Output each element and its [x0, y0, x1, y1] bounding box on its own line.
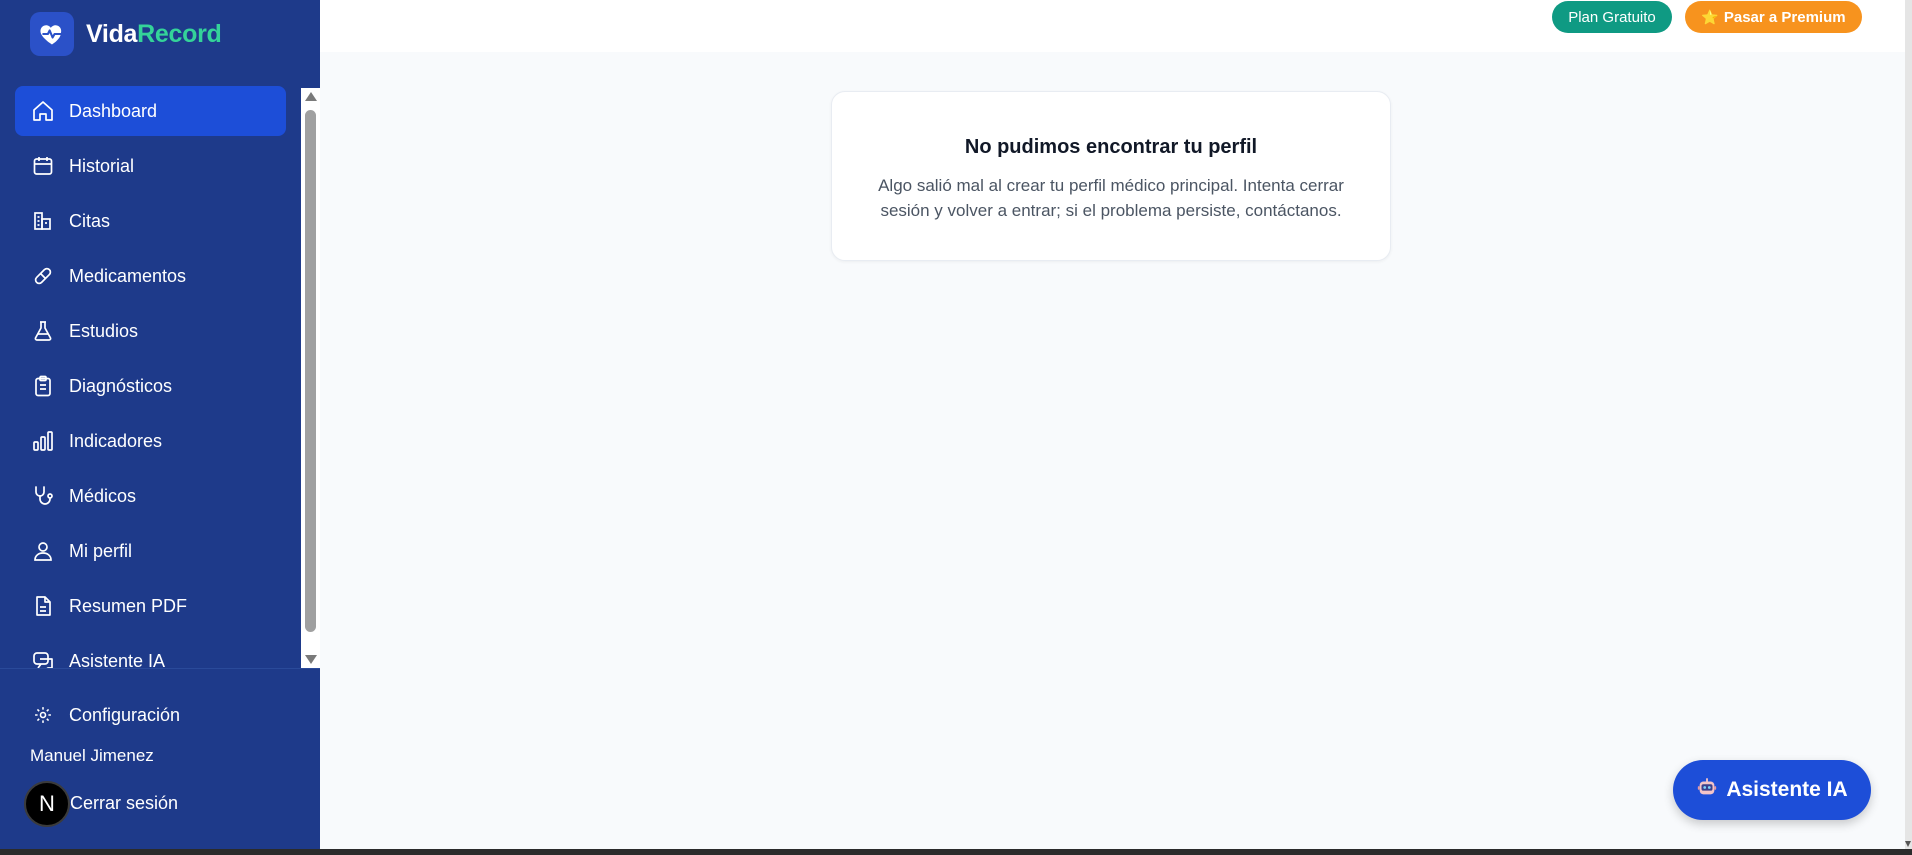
sidebar-item-label: Diagnósticos — [69, 375, 173, 396]
scroll-up-arrow-icon[interactable] — [305, 92, 317, 101]
file-icon — [30, 593, 56, 619]
star-icon: ⭐ — [1701, 8, 1719, 25]
robot-icon — [1696, 776, 1718, 804]
ai-assistant-fab[interactable]: Asistente IA — [1673, 760, 1871, 820]
brand-name: VidaRecord — [86, 20, 222, 49]
error-card: No pudimos encontrar tu perfil Algo sali… — [831, 91, 1391, 261]
sidebar-divider — [0, 668, 320, 669]
calendar-icon — [30, 153, 56, 179]
sidebar-item-resumen-pdf[interactable]: Resumen PDF — [15, 581, 286, 631]
upgrade-premium-button[interactable]: ⭐ Pasar a Premium — [1685, 1, 1862, 33]
sidebar-item-label: Mi perfil — [69, 540, 133, 561]
window-bottom-edge — [0, 849, 1912, 855]
heart-pulse-icon — [30, 12, 74, 56]
clipboard-icon — [30, 373, 56, 399]
sidebar-item-label: Resumen PDF — [69, 595, 188, 616]
sidebar-item-label: Dashboard — [69, 100, 158, 121]
sidebar-item-label: Medicamentos — [69, 265, 187, 286]
sidebar-scrollbar[interactable] — [301, 88, 320, 668]
top-bar: Plan Gratuito ⭐ Pasar a Premium — [320, 0, 1905, 52]
sidebar-item-label: Estudios — [69, 320, 139, 341]
sidebar-item-mi-perfil[interactable]: Mi perfil — [15, 526, 286, 576]
brand[interactable]: VidaRecord — [30, 12, 222, 56]
user-icon — [30, 538, 56, 564]
window-scrollbar[interactable] — [1905, 0, 1912, 849]
flask-icon — [30, 318, 56, 344]
gear-icon — [30, 702, 56, 728]
user-name: Manuel Jimenez — [30, 746, 154, 765]
building-icon — [30, 208, 56, 234]
error-title: No pudimos encontrar tu perfil — [964, 136, 1258, 158]
sidebar-item-estudios[interactable]: Estudios — [15, 306, 286, 356]
sidebar-item-historial[interactable]: Historial — [15, 141, 286, 191]
upgrade-premium-label: Pasar a Premium — [1723, 8, 1846, 26]
pill-icon — [30, 263, 56, 289]
brand-name-part1: Vida — [86, 19, 138, 48]
error-message: Algo salió mal al crear tu perfil médico… — [878, 176, 1344, 220]
sidebar-item-label: Médicos — [69, 485, 137, 506]
bar-chart-icon — [30, 428, 56, 454]
ai-assistant-label: Asistente IA — [1726, 778, 1848, 801]
sidebar-item-label: Asistente IA — [69, 650, 166, 669]
scroll-thumb[interactable] — [305, 110, 316, 632]
scroll-down-arrow-icon[interactable] — [305, 655, 317, 664]
sidebar-item-indicadores[interactable]: Indicadores — [15, 416, 286, 466]
sidebar-item-asistente-ia[interactable]: Asistente IA — [15, 636, 286, 668]
sidebar-item-label: Historial — [69, 155, 135, 176]
sidebar-item-label: Indicadores — [69, 430, 163, 451]
sidebar-item-dashboard[interactable]: Dashboard — [15, 86, 286, 136]
logout-button[interactable]: Cerrar sesión — [70, 793, 178, 814]
home-icon — [30, 98, 56, 124]
sidebar-item-citas[interactable]: Citas — [15, 196, 286, 246]
sidebar: VidaRecord Dashboard Historial Citas Med… — [0, 0, 320, 849]
window-scroll-down-icon[interactable] — [1905, 841, 1911, 847]
stethoscope-icon — [30, 483, 56, 509]
brand-name-part2: Record — [137, 19, 222, 48]
chat-icon — [30, 648, 56, 668]
sidebar-item-medicamentos[interactable]: Medicamentos — [15, 251, 286, 301]
sidebar-item-diagnosticos[interactable]: Diagnósticos — [15, 361, 286, 411]
avatar[interactable]: N — [24, 781, 70, 827]
sidebar-item-medicos[interactable]: Médicos — [15, 471, 286, 521]
sidebar-item-configuracion[interactable]: Configuración — [15, 690, 286, 740]
plan-badge[interactable]: Plan Gratuito — [1552, 1, 1672, 33]
sidebar-nav: Dashboard Historial Citas Medicamentos E… — [0, 82, 301, 668]
config-label: Configuración — [69, 704, 181, 725]
sidebar-item-label: Citas — [69, 210, 111, 231]
